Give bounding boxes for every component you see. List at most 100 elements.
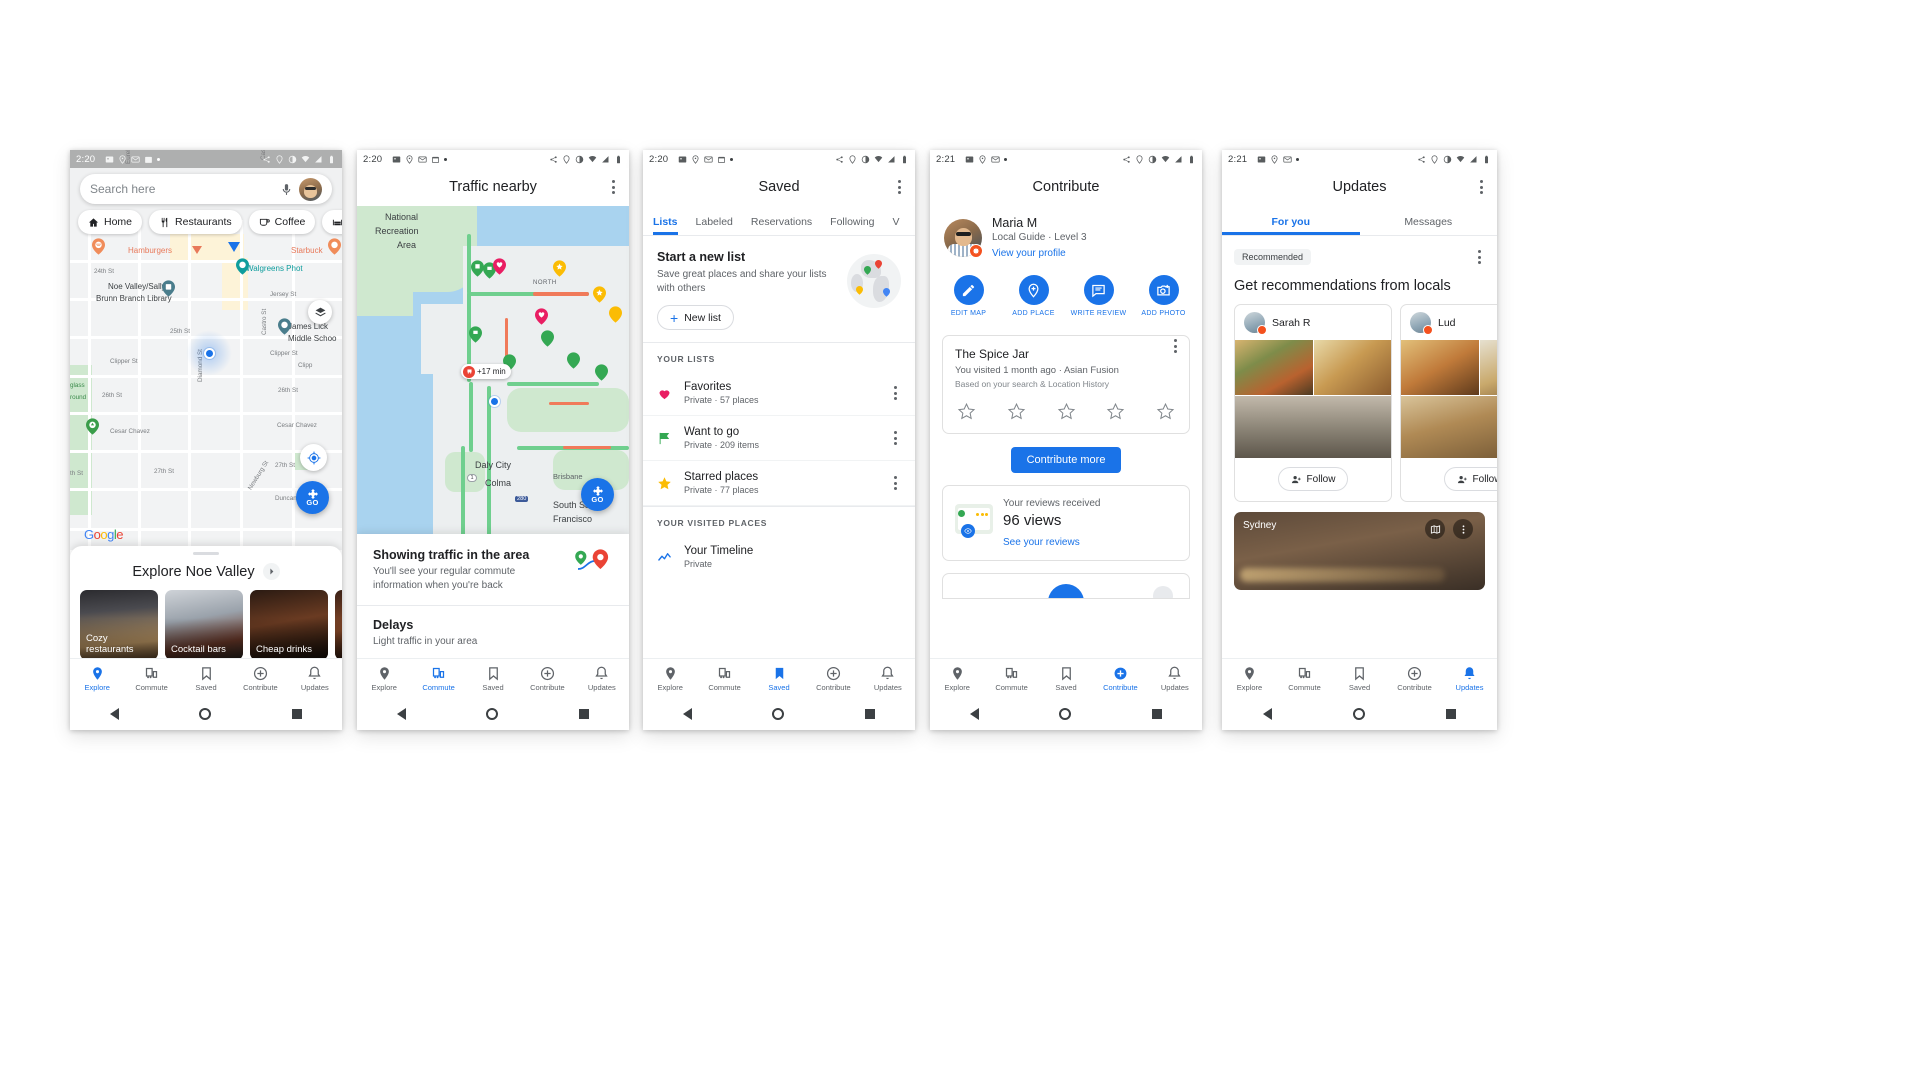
see-reviews-link[interactable]: See your reviews [1003,537,1177,548]
nav-explore[interactable]: Explore [643,659,697,698]
list-item[interactable]: Favorites Private · 57 places [643,371,915,416]
nav-commute[interactable]: Commute [984,659,1038,698]
map-pin-pink[interactable] [493,258,506,275]
action-add-photo[interactable]: ADD PHOTO [1136,275,1192,317]
nav-contribute[interactable]: Contribute [806,659,860,698]
list-item[interactable]: Starred places Private · 77 places [643,461,915,506]
map-icon[interactable] [1425,519,1445,539]
profile-row[interactable]: Maria M Local Guide · Level 3 View your … [930,206,1202,267]
recents-button[interactable] [291,709,302,719]
list-item[interactable]: Your Timeline Private [643,535,915,579]
layers-button[interactable] [308,300,332,324]
more-vert-icon[interactable] [1170,335,1181,357]
star-2[interactable] [1007,402,1026,421]
back-button[interactable] [970,708,980,720]
nav-explore[interactable]: Explore [70,659,124,698]
nav-contribute[interactable]: Contribute [1387,659,1442,698]
updates-tabs[interactable]: For you Messages [1222,206,1497,236]
home-button[interactable] [772,708,785,720]
traffic-delay-badge[interactable]: +17 min [461,364,511,379]
recents-button[interactable] [578,709,589,719]
home-button[interactable] [1059,708,1072,720]
map-pin-green[interactable] [595,364,608,381]
android-system-bar[interactable] [70,698,342,730]
map-pin-restaurant[interactable] [92,238,105,255]
more-vert-icon[interactable] [1474,246,1485,268]
tab-for-you[interactable]: For you [1222,206,1360,235]
recents-button[interactable] [864,709,875,719]
action-add-place[interactable]: ADD PLACE [1006,275,1062,317]
home-button[interactable] [199,708,212,720]
view-profile-link[interactable]: View your profile [992,248,1087,259]
contribute-more-button[interactable]: Contribute more [1010,447,1122,473]
photo-grid[interactable] [1401,340,1497,458]
nav-updates[interactable]: Updates [1148,659,1202,698]
chip-hotels[interactable]: Hotels [322,210,342,234]
more-vert-icon[interactable] [890,382,901,404]
bottom-navigation[interactable]: Explore Commute Saved Contribute Updates [643,658,915,698]
nav-commute[interactable]: Commute [124,659,178,698]
next-card-peek[interactable] [942,573,1190,599]
explore-card[interactable] [335,590,342,660]
back-button[interactable] [683,708,693,720]
nav-commute[interactable]: Commute [1277,659,1332,698]
chip-home[interactable]: Home [78,210,143,234]
follow-button[interactable]: Follow [1443,467,1497,491]
list-item[interactable]: Want to go Private · 209 items [643,416,915,461]
sheet-grabber[interactable] [193,552,219,555]
home-button[interactable] [1352,708,1365,720]
recents-button[interactable] [1446,709,1457,719]
avatar[interactable] [1410,312,1433,335]
nav-commute[interactable]: Commute [411,659,465,698]
photo-thumb[interactable] [1235,396,1391,458]
action-edit-map[interactable]: EDIT MAP [941,275,997,317]
bottom-navigation[interactable]: Explore Commute Saved Contribute Updates [930,658,1202,698]
tab-labeled[interactable]: Labeled [696,216,733,235]
avatar[interactable] [299,177,322,201]
nav-updates[interactable]: Updates [575,659,629,698]
star-1[interactable] [957,402,976,421]
nav-contribute[interactable]: Contribute [233,659,287,698]
nav-saved[interactable]: Saved [1332,659,1387,698]
nav-updates[interactable]: Updates [1442,659,1497,698]
more-vert-icon[interactable] [894,176,905,198]
tab-more[interactable]: V [893,216,900,235]
photo-grid[interactable] [1235,340,1391,458]
nav-saved[interactable]: Saved [1039,659,1093,698]
tab-messages[interactable]: Messages [1360,206,1498,235]
more-vert-icon[interactable] [1453,519,1473,539]
avatar[interactable] [1244,312,1267,335]
map-pin-green[interactable] [469,326,482,343]
tab-reservations[interactable]: Reservations [751,216,812,235]
search-input[interactable]: Search here [90,182,280,196]
avatar[interactable] [944,218,983,258]
bottom-navigation[interactable]: Explore Commute Saved Contribute Updates [357,658,629,698]
android-system-bar[interactable] [643,698,915,730]
nav-saved[interactable]: Saved [466,659,520,698]
more-vert-icon[interactable] [890,472,901,494]
nav-commute[interactable]: Commute [697,659,751,698]
more-vert-icon[interactable] [1476,176,1487,198]
nav-explore[interactable]: Explore [930,659,984,698]
star-5[interactable] [1156,402,1175,421]
recenter-button[interactable] [300,444,327,471]
traffic-map[interactable]: National Recreation Area NORTH Daly City… [357,206,629,538]
android-system-bar[interactable] [357,698,629,730]
chip-restaurants[interactable]: Restaurants [149,210,242,234]
go-button[interactable]: GO [296,481,329,514]
explore-card-row[interactable]: Cozy restaurants Cocktail bars Cheap dri… [70,580,342,660]
bottom-navigation[interactable]: Explore Commute Saved Contribute Updates [70,658,342,698]
photo-thumb[interactable] [1313,340,1391,395]
map-pin-park[interactable] [86,418,99,435]
rate-place-card[interactable]: The Spice Jar You visited 1 month ago · … [942,335,1190,434]
android-system-bar[interactable] [930,698,1202,730]
map-pin-star[interactable] [593,286,606,303]
map-pin-poi[interactable] [328,238,341,255]
map-pin-star[interactable] [553,260,566,277]
back-button[interactable] [110,708,120,720]
map-pin-green[interactable] [541,330,554,347]
recommendation-card[interactable]: Lud Follow [1400,304,1497,502]
photo-thumb[interactable] [1479,340,1497,395]
back-button[interactable] [1262,708,1272,720]
map-pin-school[interactable] [278,318,291,335]
